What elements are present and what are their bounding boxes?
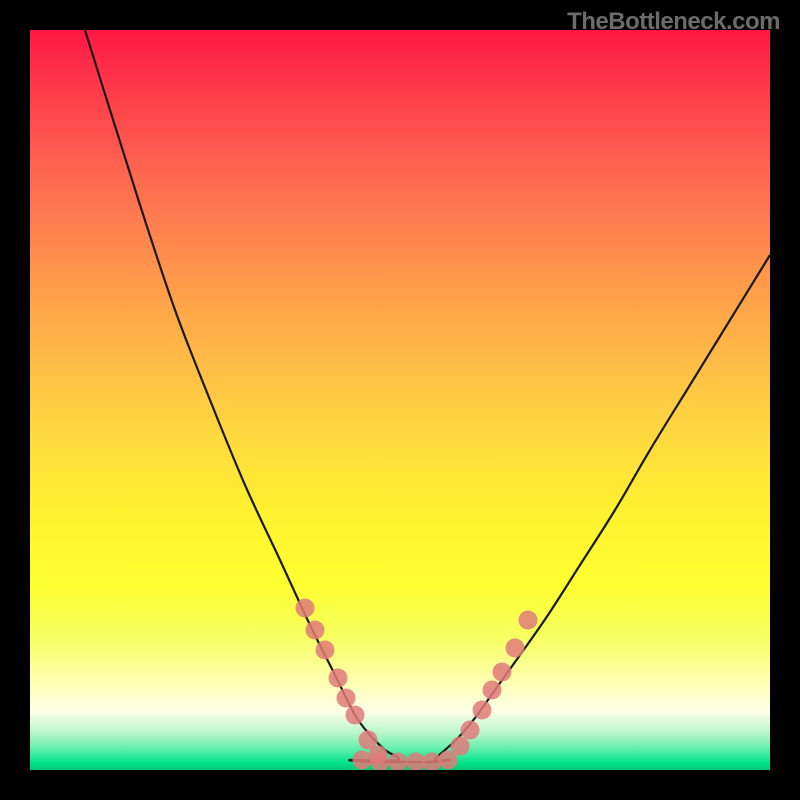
data-bead xyxy=(346,706,365,725)
data-bead xyxy=(389,753,408,771)
data-bead xyxy=(493,663,512,682)
data-bead xyxy=(461,721,480,740)
data-bead xyxy=(519,611,538,630)
data-bead xyxy=(483,681,502,700)
data-bead xyxy=(337,689,356,708)
data-bead xyxy=(451,737,470,756)
data-bead xyxy=(353,751,372,770)
data-bead xyxy=(316,641,335,660)
left-curve-path xyxy=(85,30,450,762)
data-bead xyxy=(306,621,325,640)
data-bead xyxy=(473,701,492,720)
data-bead xyxy=(506,639,525,658)
data-bead xyxy=(329,669,348,688)
data-bead xyxy=(296,599,315,618)
beads-group xyxy=(296,599,538,771)
curve-overlay xyxy=(30,30,770,770)
right-curve-path xyxy=(350,255,770,762)
